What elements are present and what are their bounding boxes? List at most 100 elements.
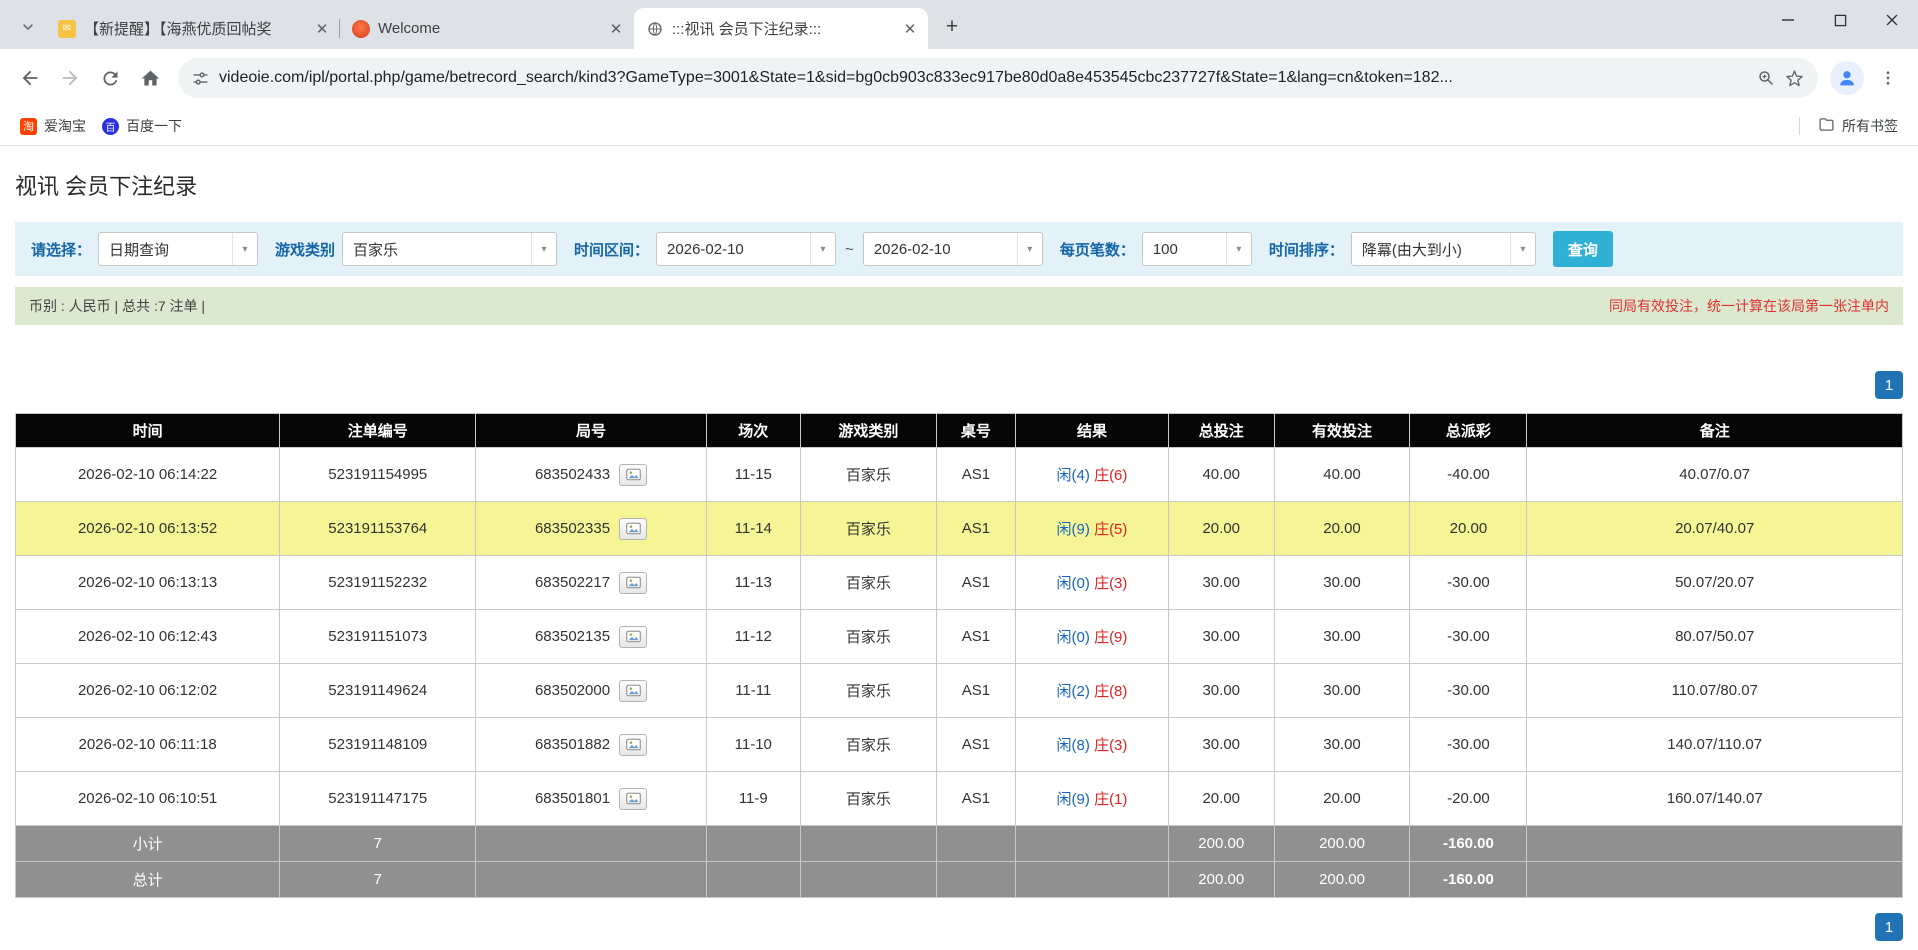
close-button[interactable] <box>1866 0 1918 40</box>
result-banker: 庄(1) <box>1094 791 1127 808</box>
cell-table-number: AS1 <box>936 772 1015 826</box>
home-button[interactable] <box>130 58 170 98</box>
column-header: 场次 <box>706 414 800 448</box>
cell-round-number: 683501801 <box>476 772 706 826</box>
cell-total-bet[interactable]: 40.00 <box>1168 448 1274 502</box>
game-type-select[interactable]: 百家乐 ▾ <box>342 232 557 266</box>
filter-label-sort: 时间排序： <box>1269 239 1344 260</box>
video-replay-icon[interactable] <box>619 518 647 540</box>
site-settings-icon[interactable] <box>192 70 209 87</box>
browser-tab-1[interactable]: ✉ 【新提醒】【海燕优质回帖奖 ✕ <box>46 8 340 49</box>
tab-title: Welcome <box>378 20 598 37</box>
column-header: 时间 <box>16 414 280 448</box>
bookmark-taobao[interactable]: 淘 爱淘宝 <box>12 112 94 140</box>
empty-cell <box>476 826 706 862</box>
query-type-select[interactable]: 日期查询 ▾ <box>98 232 258 266</box>
tab-close-icon[interactable]: ✕ <box>606 19 626 39</box>
result-player: 闲(4) <box>1057 467 1090 484</box>
cell-game-type: 百家乐 <box>800 448 936 502</box>
round-number: 683501801 <box>535 789 610 806</box>
cell-bet-id: 523191153764 <box>280 502 476 556</box>
maximize-button[interactable] <box>1814 0 1866 40</box>
video-replay-icon[interactable] <box>619 572 647 594</box>
video-replay-icon[interactable] <box>619 734 647 756</box>
video-replay-icon[interactable] <box>619 680 647 702</box>
date-to-input[interactable]: 2026-02-10 ▾ <box>863 232 1043 266</box>
all-bookmarks-button[interactable]: 所有书签 <box>1810 112 1906 140</box>
column-header: 注单编号 <box>280 414 476 448</box>
subtotal-row: 小计 7 200.00 200.00 -160.00 <box>16 826 1903 862</box>
cell-session: 11-10 <box>706 718 800 772</box>
pagination-bottom: 1 <box>15 913 1903 941</box>
empty-cell <box>800 826 936 862</box>
bookmarks-bar: 淘 爱淘宝 百 百度一下 所有书签 <box>0 107 1918 146</box>
cell-round-number: 683502135 <box>476 610 706 664</box>
forward-button[interactable] <box>50 58 90 98</box>
column-header: 游戏类别 <box>800 414 936 448</box>
empty-cell <box>1527 826 1903 862</box>
result-banker: 庄(6) <box>1094 467 1127 484</box>
browser-menu-icon[interactable] <box>1868 58 1908 98</box>
search-button[interactable]: 查询 <box>1553 231 1613 267</box>
minimize-button[interactable] <box>1762 0 1814 40</box>
filter-label-date-range: 时间区间： <box>574 239 649 260</box>
column-header: 备注 <box>1527 414 1903 448</box>
new-tab-button[interactable]: + <box>936 11 968 43</box>
cell-total-bet[interactable]: 30.00 <box>1168 610 1274 664</box>
column-header: 局号 <box>476 414 706 448</box>
address-bar[interactable]: videoie.com/ipl/portal.php/game/betrecor… <box>178 58 1818 98</box>
column-header: 结果 <box>1016 414 1169 448</box>
page-number-button[interactable]: 1 <box>1875 371 1903 399</box>
cell-result: 闲(9) 庄(1) <box>1016 772 1169 826</box>
navigation-bar: videoie.com/ipl/portal.php/game/betrecor… <box>0 49 1918 107</box>
bookmark-star-icon[interactable] <box>1785 69 1804 88</box>
cell-valid-bet: 20.00 <box>1274 772 1410 826</box>
video-replay-icon[interactable] <box>619 788 647 810</box>
cell-payout: -30.00 <box>1410 556 1527 610</box>
back-button[interactable] <box>10 58 50 98</box>
folder-icon <box>1818 116 1835 136</box>
cell-total-bet[interactable]: 30.00 <box>1168 718 1274 772</box>
cell-bet-id: 523191154995 <box>280 448 476 502</box>
result-player: 闲(9) <box>1057 791 1090 808</box>
cell-payout: -30.00 <box>1410 664 1527 718</box>
refresh-button[interactable] <box>90 58 130 98</box>
video-replay-icon[interactable] <box>619 626 647 648</box>
cell-bet-id: 523191149624 <box>280 664 476 718</box>
bookmark-baidu[interactable]: 百 百度一下 <box>94 112 190 140</box>
empty-cell <box>936 862 1015 898</box>
date-from-value: 2026-02-10 <box>657 241 810 258</box>
cell-session: 11-9 <box>706 772 800 826</box>
tab-close-icon[interactable]: ✕ <box>900 19 920 39</box>
sort-order-select[interactable]: 降冪(由大到小) ▾ <box>1351 232 1536 266</box>
bet-row: 2026-02-10 06:13:52523191153764683502335… <box>16 502 1903 556</box>
cell-bet-id: 523191148109 <box>280 718 476 772</box>
bet-row: 2026-02-10 06:14:22523191154995683502433… <box>16 448 1903 502</box>
cell-total-bet[interactable]: 30.00 <box>1168 556 1274 610</box>
tab-search-chevron-icon[interactable] <box>12 11 44 43</box>
url-text[interactable]: videoie.com/ipl/portal.php/game/betrecor… <box>219 69 1747 87</box>
tab-close-icon[interactable]: ✕ <box>312 19 332 39</box>
browser-tab-active[interactable]: :::视讯 会员下注纪录::: ✕ <box>634 8 928 49</box>
result-player: 闲(0) <box>1057 575 1090 592</box>
column-header: 桌号 <box>936 414 1015 448</box>
cell-payout: -20.00 <box>1410 772 1527 826</box>
page-number-button[interactable]: 1 <box>1875 913 1903 941</box>
cell-total-bet[interactable]: 20.00 <box>1168 772 1274 826</box>
empty-cell <box>1527 862 1903 898</box>
bet-row: 2026-02-10 06:12:43523191151073683502135… <box>16 610 1903 664</box>
page-size-value: 100 <box>1143 241 1226 258</box>
cell-game-type: 百家乐 <box>800 664 936 718</box>
profile-avatar[interactable] <box>1830 61 1864 95</box>
cell-session: 11-11 <box>706 664 800 718</box>
date-from-input[interactable]: 2026-02-10 ▾ <box>656 232 836 266</box>
browser-tab-2[interactable]: Welcome ✕ <box>340 8 634 49</box>
empty-cell <box>706 862 800 898</box>
filter-label-query-type: 请选择： <box>31 239 91 260</box>
page-size-select[interactable]: 100 ▾ <box>1142 232 1252 266</box>
cell-total-bet[interactable]: 30.00 <box>1168 664 1274 718</box>
video-replay-icon[interactable] <box>619 464 647 486</box>
zoom-icon[interactable] <box>1757 69 1775 87</box>
cell-total-bet[interactable]: 20.00 <box>1168 502 1274 556</box>
result-banker: 庄(9) <box>1094 629 1127 646</box>
